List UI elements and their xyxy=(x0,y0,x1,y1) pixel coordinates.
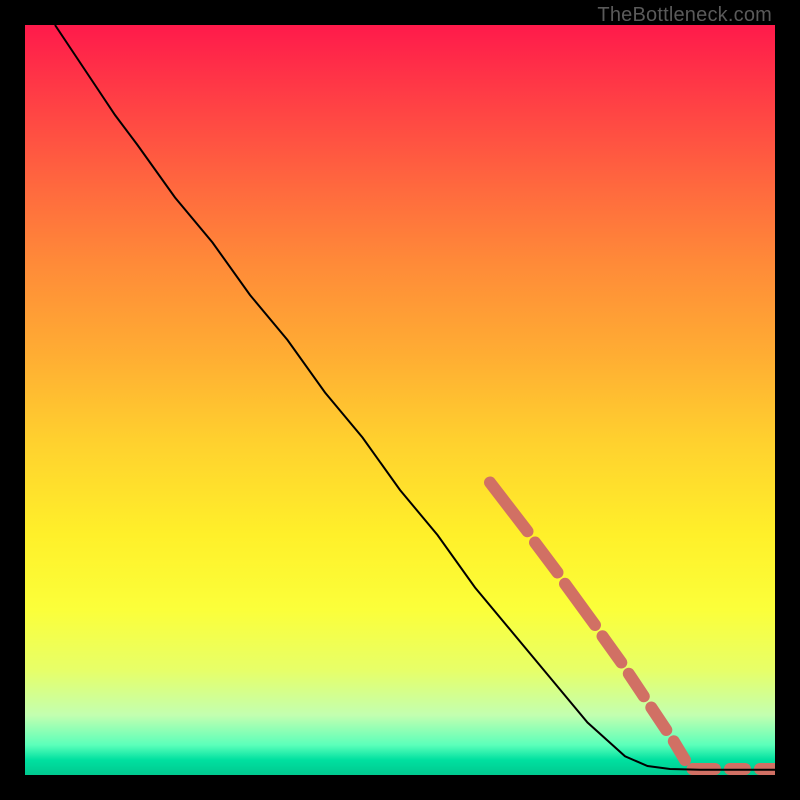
dash-segment xyxy=(490,483,528,532)
dash-segment xyxy=(603,636,622,662)
dash-segment xyxy=(651,708,666,731)
dash-segment xyxy=(629,674,644,697)
dash-segment xyxy=(565,584,595,625)
chart-stage: TheBottleneck.com xyxy=(0,0,800,800)
watermark-text: TheBottleneck.com xyxy=(597,4,772,27)
chart-overlay xyxy=(25,25,775,775)
plot-area xyxy=(25,25,775,775)
dash-segment xyxy=(535,543,558,573)
dash-segments xyxy=(490,483,775,770)
dash-segment xyxy=(674,741,685,760)
curve-line xyxy=(55,25,775,770)
